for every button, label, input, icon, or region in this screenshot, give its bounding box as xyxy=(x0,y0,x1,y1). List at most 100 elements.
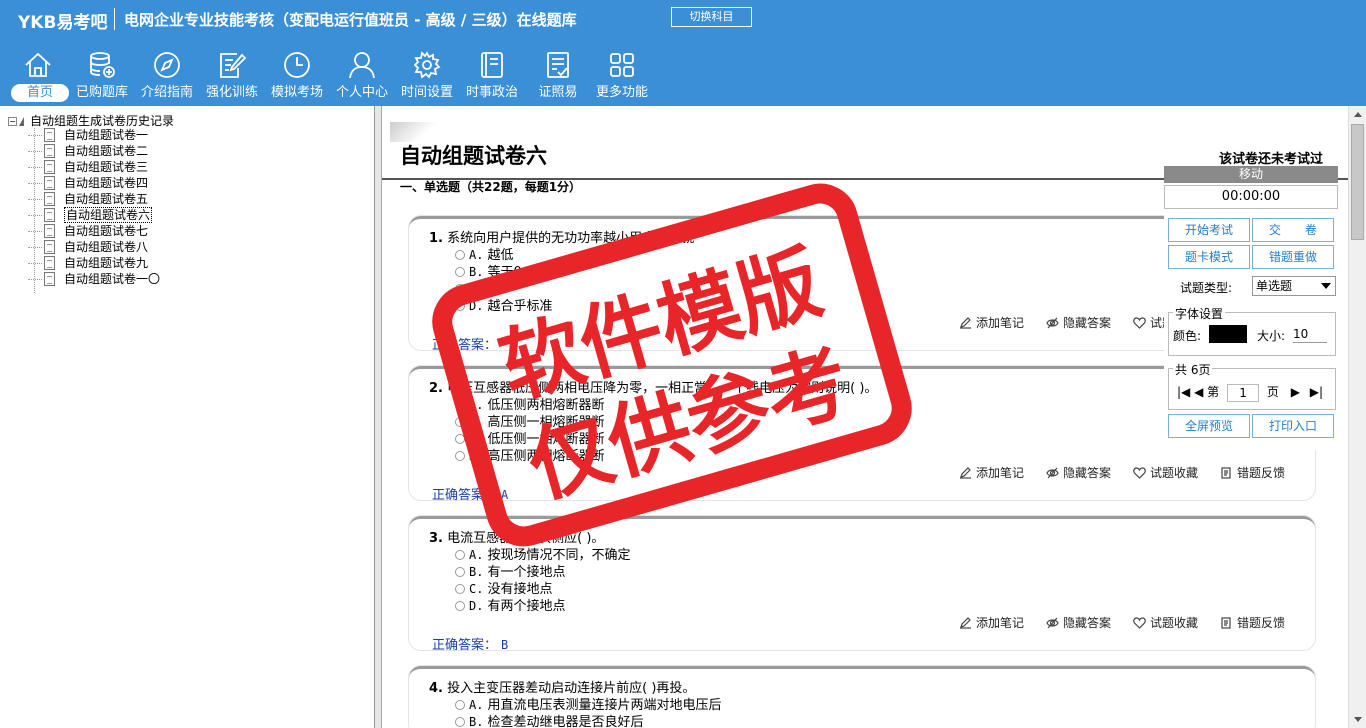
home-icon xyxy=(25,52,51,77)
tree-item[interactable]: 自动组题试卷一〇 xyxy=(28,271,160,287)
scroll-down-icon[interactable] xyxy=(1349,711,1366,728)
brand-logo: YKB易考吧 xyxy=(18,13,108,33)
page-group: 共 6页 |◀ ◀ 第 1 页 ▶ ▶| xyxy=(1168,361,1336,410)
heart-icon xyxy=(1133,467,1146,479)
tree-item[interactable]: 自动组题试卷二 xyxy=(28,143,160,159)
option-letter: A. xyxy=(469,698,484,712)
question-card: 3. 电流互感器的二次侧应( )。 A. 按现场情况不同，不确定 B. 有一个接地点 C.… xyxy=(409,516,1315,653)
fullscreen-preview-button[interactable]: 全屏预览 xyxy=(1168,414,1250,438)
add-note-button[interactable]: 添加笔记 xyxy=(959,616,1024,630)
option-letter: A. xyxy=(469,548,484,562)
redo-wrong-button[interactable]: 错题重做 xyxy=(1252,245,1334,269)
document-icon xyxy=(44,160,55,174)
radio-button[interactable] xyxy=(455,250,465,260)
brand-separator xyxy=(114,8,115,30)
radio-button[interactable] xyxy=(455,717,465,727)
database-icon xyxy=(90,52,115,78)
question-card: 4. 投入主变压器差动启动连接片前应( )再投。 A. 用直流电压表测量连接片两端对… xyxy=(409,666,1315,728)
tree-item[interactable]: 自动组题试卷七 xyxy=(28,223,160,239)
start-exam-button[interactable]: 开始考试 xyxy=(1168,218,1250,242)
radio-button[interactable] xyxy=(455,584,465,594)
submit-paper-button[interactable]: 交 卷 xyxy=(1252,218,1334,242)
nav-personal[interactable]: 个人中心 xyxy=(330,46,394,104)
chevron-down-icon xyxy=(1321,283,1331,289)
option-letter: B. xyxy=(469,415,484,429)
radio-button[interactable] xyxy=(455,301,465,311)
radio-button[interactable] xyxy=(455,567,465,577)
font-size-input[interactable]: 10 xyxy=(1293,325,1327,343)
add-note-button[interactable]: 添加笔记 xyxy=(959,466,1024,480)
tree-item[interactable]: 自动组题试卷一 xyxy=(28,127,160,143)
nav-home[interactable]: 首页 xyxy=(6,46,70,104)
tree-item-label: 自动组题试卷三 xyxy=(64,160,149,174)
hide-answer-button[interactable]: 隐藏答案 xyxy=(1046,616,1111,630)
favorite-button[interactable]: 试题收藏 xyxy=(1133,466,1198,480)
panel-splitter[interactable] xyxy=(375,106,382,728)
first-page-icon[interactable]: |◀ xyxy=(1177,385,1190,399)
question-number: 4. xyxy=(429,681,443,696)
scroll-thumb[interactable] xyxy=(1351,124,1364,240)
radio-button[interactable] xyxy=(455,601,465,611)
tree-item-label: 自动组题试卷四 xyxy=(64,176,149,190)
question-type-select[interactable]: 单选题 xyxy=(1252,276,1336,296)
compass-icon xyxy=(154,52,180,78)
tree-item[interactable]: 自动组题试卷三 xyxy=(28,159,160,175)
nav-more[interactable]: 更多功能 xyxy=(590,46,654,104)
add-note-button[interactable]: 添加笔记 xyxy=(959,316,1024,330)
switch-subject-button[interactable]: 切换科目 xyxy=(671,7,752,27)
tree-item[interactable]: 自动组题试卷九 xyxy=(28,255,160,271)
nav-guide[interactable]: 介绍指南 xyxy=(135,46,199,104)
card-mode-button[interactable]: 题卡模式 xyxy=(1168,245,1250,269)
document-icon xyxy=(44,128,55,142)
tree-item[interactable]: 自动组题试卷五 xyxy=(28,191,160,207)
nav-training[interactable]: 强化训练 xyxy=(200,46,264,104)
option-item[interactable]: B. 检查差动继电器是否良好后 xyxy=(455,711,643,728)
radio-button[interactable] xyxy=(455,550,465,560)
error-feedback-button[interactable]: 错题反馈 xyxy=(1220,616,1285,630)
error-feedback-button[interactable]: 错题反馈 xyxy=(1220,466,1285,480)
tree-item[interactable]: 自动组题试卷六 xyxy=(28,207,160,223)
radio-button[interactable] xyxy=(455,284,465,294)
option-text: 检查差动继电器是否良好后 xyxy=(487,715,644,728)
document-icon xyxy=(44,192,55,206)
radio-button[interactable] xyxy=(455,417,465,427)
option-letter: D. xyxy=(469,599,484,613)
tree-item[interactable]: 自动组题试卷八 xyxy=(28,239,160,255)
book-icon xyxy=(481,52,503,78)
option-item[interactable]: D. 越合乎标准 xyxy=(455,295,552,314)
hide-answer-button[interactable]: 隐藏答案 xyxy=(1046,316,1111,330)
option-item[interactable]: D. 有两个接地点 xyxy=(455,595,565,614)
scroll-up-icon[interactable] xyxy=(1349,106,1366,123)
page-number-input[interactable]: 1 xyxy=(1227,383,1260,402)
nav-mock-exam[interactable]: 模拟考场 xyxy=(265,46,329,104)
radio-button[interactable] xyxy=(455,267,465,277)
radio-button[interactable] xyxy=(455,451,465,461)
nav-current-affairs[interactable]: 时事政治 xyxy=(460,46,524,104)
folder-caret-icon xyxy=(19,117,24,126)
radio-button[interactable] xyxy=(455,434,465,444)
user-icon xyxy=(349,52,375,79)
radio-button[interactable] xyxy=(455,700,465,710)
next-page-icon[interactable]: ▶ xyxy=(1291,385,1300,399)
hide-answer-button[interactable]: 隐藏答案 xyxy=(1046,466,1111,480)
collapse-icon[interactable]: − xyxy=(8,117,17,126)
move-handle[interactable]: 移动 xyxy=(1164,166,1338,183)
checklist-icon xyxy=(547,52,569,78)
option-item[interactable]: D. 高压侧两相熔断器断 xyxy=(455,445,604,464)
question-number: 1. xyxy=(429,231,443,246)
tree-root[interactable]: − 自动组题生成试卷历史记录 xyxy=(8,112,174,128)
print-button[interactable]: 打印入口 xyxy=(1252,414,1334,438)
heart-icon xyxy=(1133,317,1146,329)
favorite-button[interactable]: 试题收藏 xyxy=(1133,616,1198,630)
prev-page-icon[interactable]: ◀ xyxy=(1194,385,1203,399)
nav-time-settings[interactable]: 时间设置 xyxy=(395,46,459,104)
tree-item[interactable]: 自动组题试卷四 xyxy=(28,175,160,191)
font-color-swatch[interactable] xyxy=(1209,325,1247,343)
size-label: 大小: xyxy=(1257,329,1286,343)
nav-purchased[interactable]: 已购题库 xyxy=(70,46,134,104)
tree-item-label: 自动组题试卷六 xyxy=(64,207,153,223)
content-scrollbar[interactable] xyxy=(1348,106,1366,728)
nav-certificate[interactable]: 证照易 xyxy=(526,46,590,104)
last-page-icon[interactable]: ▶| xyxy=(1310,385,1323,399)
radio-button[interactable] xyxy=(455,400,465,410)
